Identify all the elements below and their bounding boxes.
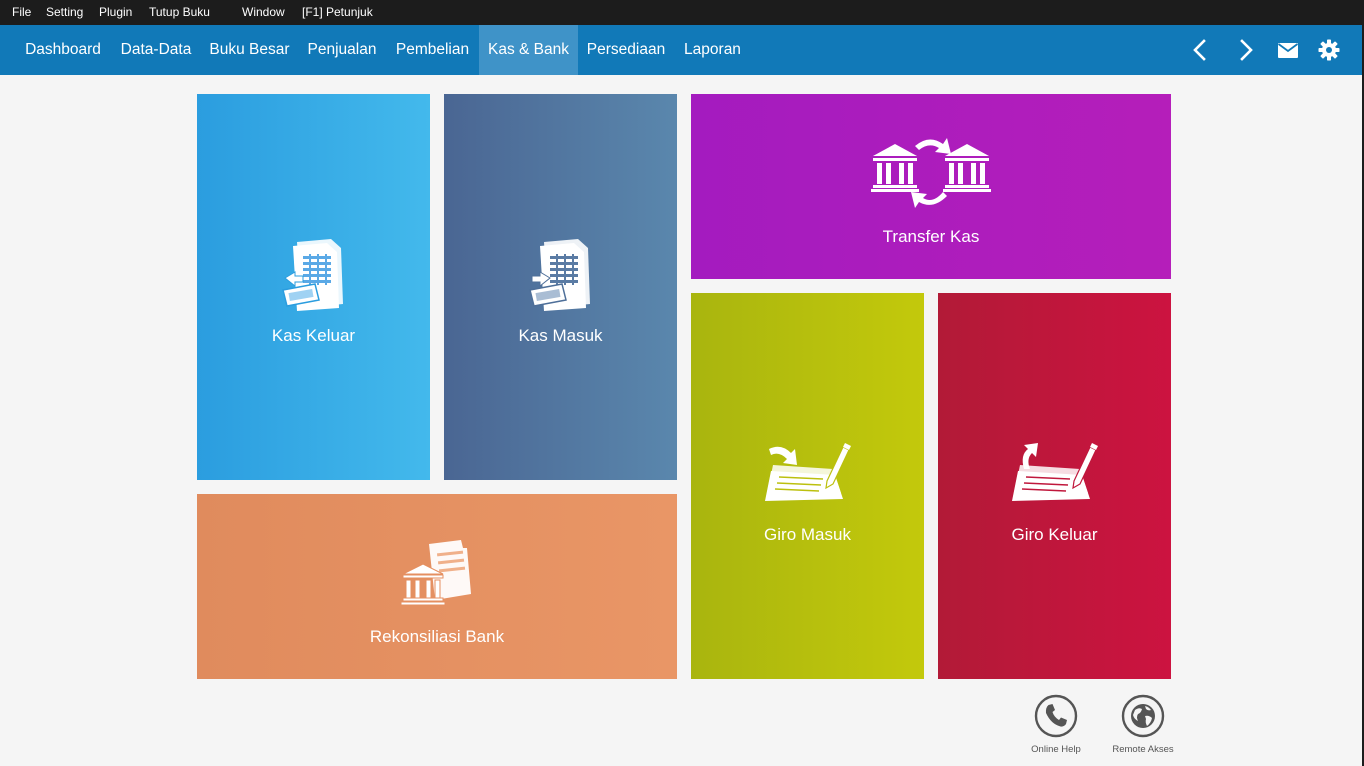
tab-persediaan[interactable]: Persediaan <box>578 25 674 75</box>
tile-kas-keluar[interactable]: Kas Keluar <box>197 94 430 480</box>
tab-buku-besar[interactable]: Buku Besar <box>201 25 298 75</box>
tile-giro-keluar[interactable]: Giro Keluar <box>938 293 1171 679</box>
tile-kas-masuk-label: Kas Masuk <box>518 326 603 345</box>
menu-window[interactable]: Window <box>242 5 285 20</box>
tile-rekonsiliasi-bank[interactable]: Rekonsiliasi Bank <box>197 494 677 679</box>
tab-kas-bank[interactable]: Kas & Bank <box>479 25 578 75</box>
tab-data-data[interactable]: Data-Data <box>111 25 201 75</box>
menu-plugin[interactable]: Plugin <box>99 5 132 20</box>
cash-out-document-icon <box>282 239 343 311</box>
menu-petunjuk[interactable]: [F1] Petunjuk <box>302 5 373 20</box>
tile-rekonsiliasi-bank-label: Rekonsiliasi Bank <box>369 627 505 646</box>
bank-transfer-icon <box>871 138 991 208</box>
remote-akses-button[interactable]: Remote Akses <box>1103 694 1183 755</box>
tile-kas-keluar-label: Kas Keluar <box>271 326 356 345</box>
tile-giro-masuk-label: Giro Masuk <box>764 525 851 544</box>
phone-icon <box>1034 694 1078 738</box>
tile-transfer-kas[interactable]: Transfer Kas <box>691 94 1171 279</box>
menu-setting[interactable]: Setting <box>46 5 83 20</box>
tile-kas-masuk[interactable]: Kas Masuk <box>444 94 677 480</box>
online-help-label: Online Help <box>1031 744 1081 755</box>
tile-transfer-kas-label: Transfer Kas <box>882 227 980 246</box>
online-help-button[interactable]: Online Help <box>1016 694 1096 755</box>
tab-dashboard[interactable]: Dashboard <box>15 25 111 75</box>
tab-pembelian[interactable]: Pembelian <box>386 25 479 75</box>
cheque-in-icon <box>765 443 851 501</box>
globe-icon <box>1121 694 1165 738</box>
main-nav: Dashboard Data-Data Buku Besar Penjualan… <box>0 25 1362 75</box>
menu-tutup-buku[interactable]: Tutup Buku <box>149 5 210 20</box>
envelope-icon[interactable] <box>1276 38 1300 62</box>
tab-penjualan[interactable]: Penjualan <box>298 25 386 75</box>
cheque-out-icon <box>1012 443 1098 501</box>
tile-giro-keluar-label: Giro Keluar <box>1011 525 1098 544</box>
tab-laporan[interactable]: Laporan <box>674 25 751 75</box>
tile-giro-masuk[interactable]: Giro Masuk <box>691 293 924 679</box>
chevron-right-icon[interactable] <box>1234 38 1258 62</box>
bank-reconcile-icon <box>401 540 471 606</box>
gear-icon[interactable] <box>1317 38 1341 62</box>
chevron-left-icon[interactable] <box>1188 38 1212 62</box>
remote-akses-label: Remote Akses <box>1112 744 1174 755</box>
menu-bar: File Setting Plugin Tutup Buku Window [F… <box>0 0 1364 25</box>
cash-in-document-icon <box>529 239 590 311</box>
menu-file[interactable]: File <box>12 5 31 20</box>
